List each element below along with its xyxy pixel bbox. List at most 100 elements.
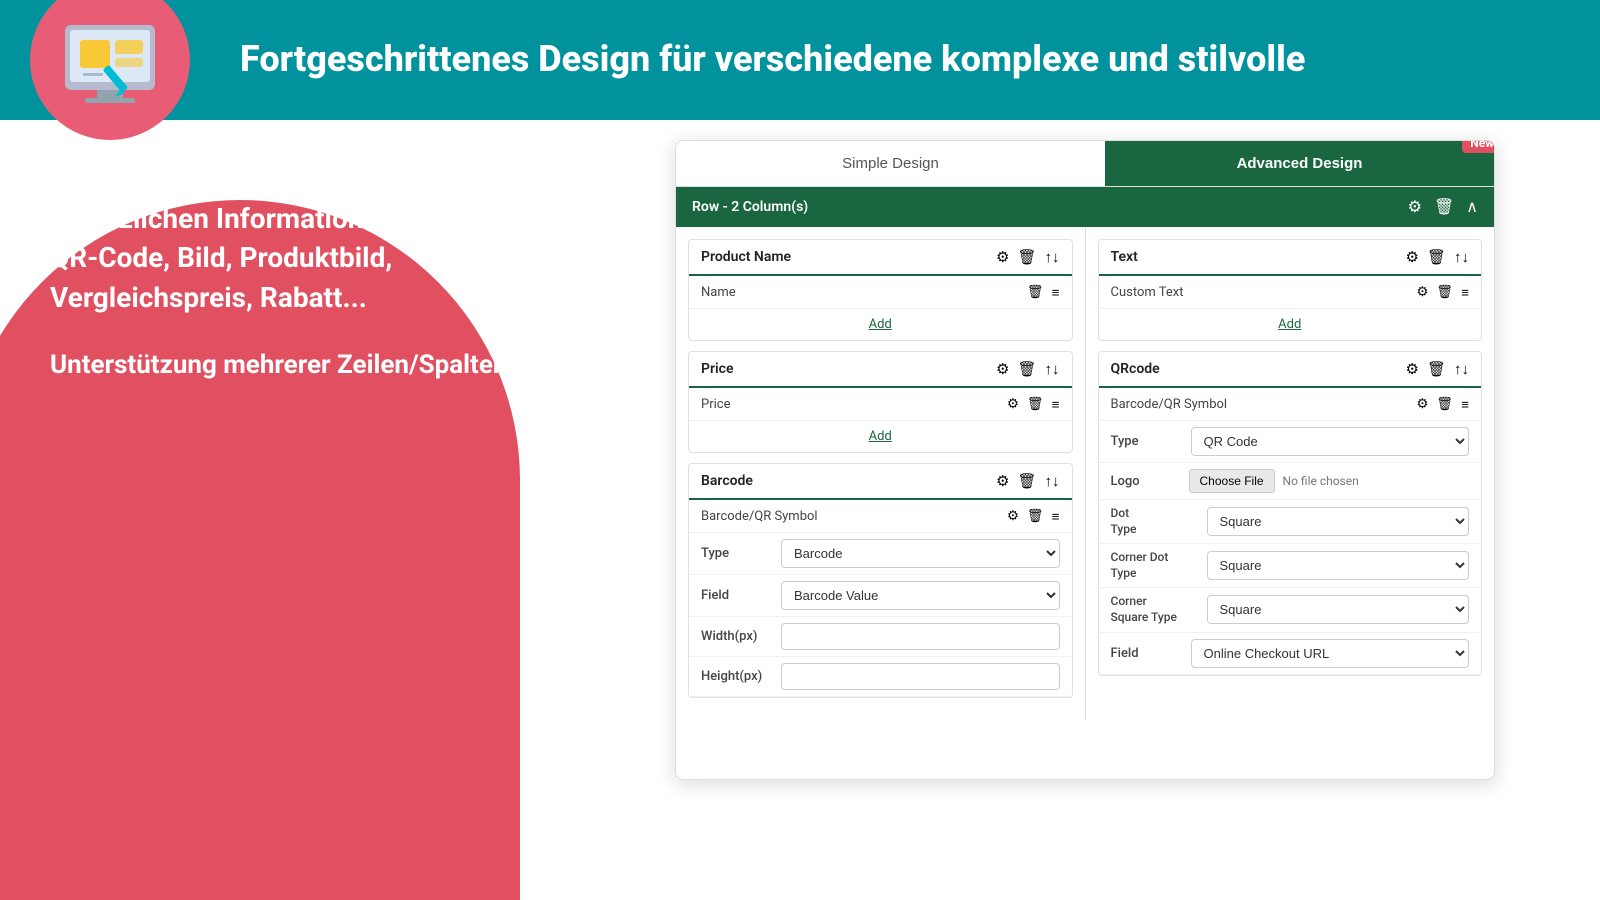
qrcode-row-menu-icon[interactable]: ≡ bbox=[1461, 396, 1469, 412]
corner-dot-type-select[interactable]: Square Round bbox=[1207, 551, 1470, 580]
two-column-layout: Product Name ⚙ 🗑 ↑↓ Name 🗑 ≡ bbox=[676, 227, 1494, 720]
text-trash-icon[interactable]: 🗑 bbox=[1427, 248, 1446, 266]
product-name-trash-icon[interactable]: 🗑 bbox=[1017, 248, 1036, 266]
barcode-field-select[interactable]: Barcode Value bbox=[781, 581, 1060, 610]
name-menu-icon[interactable]: ≡ bbox=[1052, 284, 1060, 300]
name-trash-icon[interactable]: 🗑 bbox=[1027, 284, 1044, 300]
price-gear-icon[interactable]: ⚙ bbox=[996, 360, 1009, 378]
barcode-row-menu-icon[interactable]: ≡ bbox=[1052, 508, 1060, 524]
price-trash-icon[interactable]: 🗑 bbox=[1017, 360, 1036, 378]
custom-text-menu-icon[interactable]: ≡ bbox=[1461, 284, 1469, 300]
main-content: Erstellen Sie Etikettenvorlagen mit zusä… bbox=[0, 120, 1600, 900]
qr-field-label: Field bbox=[1111, 646, 1181, 661]
text-title: Text bbox=[1111, 249, 1138, 265]
qrcode-symbol-row: Barcode/QR Symbol ⚙ 🗑 ≡ bbox=[1099, 388, 1482, 421]
barcode-trash-icon[interactable]: 🗑 bbox=[1017, 472, 1036, 490]
text-add-link[interactable]: Add bbox=[1099, 309, 1482, 340]
barcode-symbol-label: Barcode/QR Symbol bbox=[701, 509, 818, 524]
new-badge: New bbox=[1462, 140, 1495, 153]
choose-file-button[interactable]: Choose File bbox=[1189, 469, 1275, 493]
barcode-field-row: Field Barcode Value bbox=[689, 575, 1072, 617]
qrcode-sort-icon[interactable]: ↑↓ bbox=[1454, 361, 1469, 378]
product-name-header: Product Name ⚙ 🗑 ↑↓ bbox=[689, 240, 1072, 276]
qr-field-row: Field Online Checkout URL Barcode Value bbox=[1099, 633, 1482, 675]
barcode-height-input[interactable] bbox=[781, 663, 1060, 690]
header-title: Fortgeschrittenes Design für verschieden… bbox=[240, 38, 1305, 81]
header-title-line1: Fortgeschrittenes Design für verschieden… bbox=[240, 38, 1305, 80]
price-row-menu-icon[interactable]: ≡ bbox=[1052, 396, 1060, 412]
price-row-label: Price bbox=[701, 397, 730, 412]
price-icons: ⚙ 🗑 ↑↓ bbox=[996, 360, 1060, 378]
product-name-add-link[interactable]: Add bbox=[689, 309, 1072, 340]
barcode-gear-icon[interactable]: ⚙ bbox=[996, 472, 1009, 490]
custom-text-row: Custom Text ⚙ 🗑 ≡ bbox=[1099, 276, 1482, 309]
corner-square-type-label: CornerSquare Type bbox=[1111, 594, 1201, 625]
text-sort-icon[interactable]: ↑↓ bbox=[1454, 249, 1469, 266]
row-delete-icon[interactable]: 🗑 bbox=[1434, 197, 1454, 217]
text-gear-icon[interactable]: ⚙ bbox=[1406, 248, 1419, 266]
price-section: Price ⚙ 🗑 ↑↓ Price ⚙ 🗑 bbox=[688, 351, 1073, 453]
left-panel: Erstellen Sie Etikettenvorlagen mit zusä… bbox=[0, 120, 580, 900]
header-bar: Fortgeschrittenes Design für verschieden… bbox=[0, 0, 1600, 120]
ui-window: Simple Design Advanced Design New Row - … bbox=[675, 140, 1495, 780]
qrcode-trash-icon[interactable]: 🗑 bbox=[1427, 360, 1446, 378]
dot-type-row: DotType Square Round bbox=[1099, 500, 1482, 544]
qrcode-title: QRcode bbox=[1111, 361, 1160, 377]
product-name-title: Product Name bbox=[701, 249, 791, 265]
qr-type-select[interactable]: QR Code Barcode bbox=[1191, 427, 1470, 456]
custom-text-gear-icon[interactable]: ⚙ bbox=[1416, 284, 1428, 300]
product-name-gear-icon[interactable]: ⚙ bbox=[996, 248, 1009, 266]
dot-type-select[interactable]: Square Round bbox=[1207, 507, 1470, 536]
logo-icon bbox=[55, 5, 165, 115]
price-row-icons: ⚙ 🗑 ≡ bbox=[1007, 396, 1060, 412]
text-header: Text ⚙ 🗑 ↑↓ bbox=[1099, 240, 1482, 276]
barcode-field-label: Field bbox=[701, 588, 771, 603]
barcode-sort-icon[interactable]: ↑↓ bbox=[1045, 473, 1060, 490]
qrcode-row-trash-icon[interactable]: 🗑 bbox=[1436, 396, 1453, 412]
right-panel: Simple Design Advanced Design New Row - … bbox=[580, 120, 1600, 900]
qrcode-header: QRcode ⚙ 🗑 ↑↓ bbox=[1099, 352, 1482, 388]
qr-type-row: Type QR Code Barcode bbox=[1099, 421, 1482, 463]
custom-text-label: Custom Text bbox=[1111, 285, 1184, 300]
price-header: Price ⚙ 🗑 ↑↓ bbox=[689, 352, 1072, 388]
tab-advanced-design[interactable]: Advanced Design bbox=[1105, 141, 1494, 186]
product-name-row-name: Name 🗑 ≡ bbox=[689, 276, 1072, 309]
left-text-content: Erstellen Sie Etikettenvorlagen mit zusä… bbox=[0, 120, 580, 383]
qrcode-row-gear-icon[interactable]: ⚙ bbox=[1416, 396, 1428, 412]
barcode-row-gear-icon[interactable]: ⚙ bbox=[1007, 508, 1019, 524]
row-header: Row - 2 Column(s) ⚙ 🗑 ∧ bbox=[676, 187, 1494, 227]
logo-circle bbox=[30, 0, 190, 140]
barcode-type-select[interactable]: Barcode QR Code bbox=[781, 539, 1060, 568]
row-collapse-icon[interactable]: ∧ bbox=[1466, 197, 1478, 217]
product-name-icons: ⚙ 🗑 ↑↓ bbox=[996, 248, 1060, 266]
product-name-name-label: Name bbox=[701, 285, 736, 300]
row-settings-icon[interactable]: ⚙ bbox=[1408, 197, 1422, 217]
text-section: Text ⚙ 🗑 ↑↓ Custom Text ⚙ 🗑 bbox=[1098, 239, 1483, 341]
price-row-gear-icon[interactable]: ⚙ bbox=[1007, 396, 1019, 412]
custom-text-trash-icon[interactable]: 🗑 bbox=[1436, 284, 1453, 300]
barcode-symbol-row: Barcode/QR Symbol ⚙ 🗑 ≡ bbox=[689, 500, 1072, 533]
product-name-sort-icon[interactable]: ↑↓ bbox=[1045, 249, 1060, 266]
text-icons: ⚙ 🗑 ↑↓ bbox=[1406, 248, 1470, 266]
left-main-text: Erstellen Sie Etikettenvorlagen mit zusä… bbox=[50, 160, 540, 317]
no-file-text: No file chosen bbox=[1283, 474, 1359, 488]
price-add-link[interactable]: Add bbox=[689, 421, 1072, 452]
product-name-row-icons: 🗑 ≡ bbox=[1027, 284, 1060, 300]
barcode-title: Barcode bbox=[701, 473, 753, 489]
barcode-row-trash-icon[interactable]: 🗑 bbox=[1027, 508, 1044, 524]
barcode-width-input[interactable] bbox=[781, 623, 1060, 650]
price-sort-icon[interactable]: ↑↓ bbox=[1045, 361, 1060, 378]
qr-field-select[interactable]: Online Checkout URL Barcode Value bbox=[1191, 639, 1470, 668]
tab-simple-design[interactable]: Simple Design bbox=[676, 141, 1105, 186]
product-name-section: Product Name ⚙ 🗑 ↑↓ Name 🗑 ≡ bbox=[688, 239, 1073, 341]
corner-square-type-select[interactable]: Square Round bbox=[1207, 595, 1470, 624]
barcode-type-label: Type bbox=[701, 546, 771, 561]
price-row-trash-icon[interactable]: 🗑 bbox=[1027, 396, 1044, 412]
barcode-height-label: Height(px) bbox=[701, 669, 771, 684]
dot-type-label: DotType bbox=[1111, 506, 1201, 537]
tab-advanced-wrapper: Advanced Design New bbox=[1105, 141, 1494, 186]
barcode-row-icons: ⚙ 🗑 ≡ bbox=[1007, 508, 1060, 524]
qrcode-row-icons: ⚙ 🗑 ≡ bbox=[1416, 396, 1469, 412]
corner-dot-type-label: Corner DotType bbox=[1111, 550, 1201, 581]
qrcode-gear-icon[interactable]: ⚙ bbox=[1406, 360, 1419, 378]
